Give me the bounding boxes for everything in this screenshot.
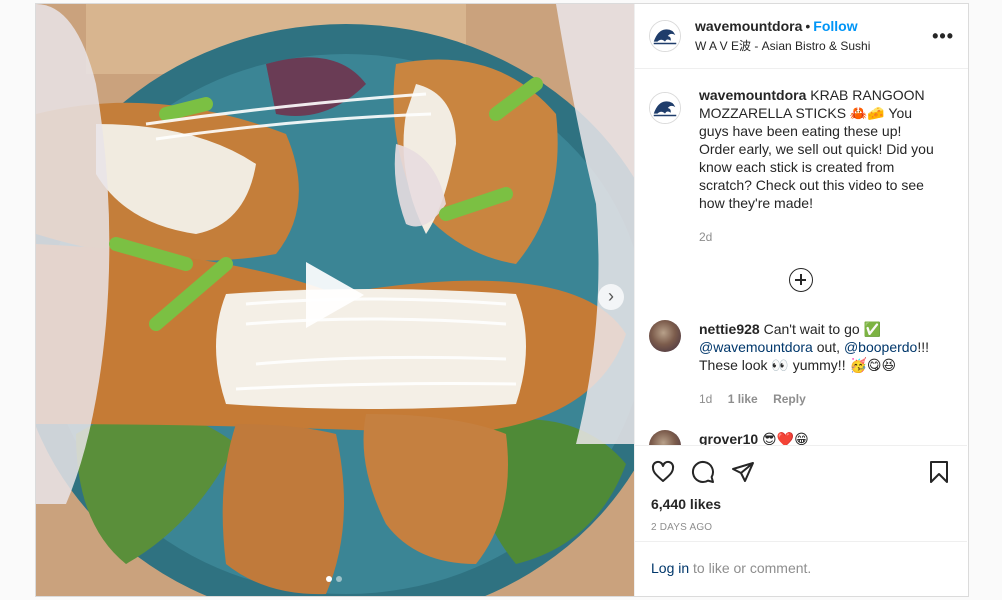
next-arrow-icon[interactable]: › <box>598 284 624 310</box>
play-icon[interactable] <box>306 262 364 328</box>
follow-button[interactable]: Follow <box>813 18 857 34</box>
likes-count[interactable]: 6,440 likes <box>651 496 951 512</box>
comment-item: nettie928 Can't wait to go ✅ @wavemountd… <box>649 320 953 408</box>
reply-button[interactable]: Reply <box>773 392 806 406</box>
login-prompt: Log in to like or comment. <box>635 541 967 596</box>
header-bullet: • <box>805 18 811 34</box>
login-text: to like or comment. <box>689 560 812 576</box>
comments-section[interactable]: wavemountdora KRAB RANGOON MOZZARELLA ST… <box>635 70 967 445</box>
comment-item: grover10 😎❤️😁 <box>649 430 953 445</box>
carousel-dot <box>326 576 332 582</box>
wave-logo-icon <box>650 93 680 123</box>
plus-circle-icon[interactable] <box>789 268 813 292</box>
comment-text: 😎❤️😁 <box>762 431 809 445</box>
share-icon[interactable] <box>731 460 755 484</box>
comment-mention[interactable]: @booperdo <box>844 339 917 355</box>
login-link[interactable]: Log in <box>651 560 689 576</box>
more-options-icon[interactable]: ••• <box>932 26 954 47</box>
comment-mention[interactable]: @wavemountdora <box>699 339 813 355</box>
carousel-dot <box>336 576 342 582</box>
comment-text: Can't wait to go ✅ <box>763 321 881 337</box>
profile-avatar[interactable] <box>649 20 681 52</box>
caption-username[interactable]: wavemountdora <box>699 87 806 103</box>
header-username[interactable]: wavemountdora <box>695 18 802 34</box>
post-timestamp[interactable]: 2 DAYS AGO <box>651 522 951 533</box>
commenter-avatar[interactable] <box>649 430 681 445</box>
comment-text: out, <box>812 339 844 355</box>
post-dialog: › wavemountdora • Follow W A V E波 - Asian … <box>35 3 969 597</box>
comment-icon[interactable] <box>691 460 715 484</box>
load-more-comments[interactable] <box>649 268 953 292</box>
caption-text: KRAB RANGOON MOZZARELLA STICKS 🦀🧀 You gu… <box>699 87 934 211</box>
wave-logo-icon <box>650 21 680 51</box>
comment-likes[interactable]: 1 like <box>728 392 758 406</box>
commenter-avatar[interactable] <box>649 320 681 352</box>
heart-icon[interactable] <box>651 460 675 484</box>
comment-username[interactable]: nettie928 <box>699 321 760 337</box>
bookmark-icon[interactable] <box>927 460 951 484</box>
action-bar: 6,440 likes 2 DAYS AGO <box>635 445 967 533</box>
caption-avatar[interactable] <box>649 92 681 124</box>
comment-time[interactable]: 1d <box>699 392 712 406</box>
carousel-dots <box>326 576 342 582</box>
location-link[interactable]: W A V E波 - Asian Bistro & Sushi <box>695 37 932 54</box>
post-header: wavemountdora • Follow W A V E波 - Asian Bi… <box>635 4 968 69</box>
caption: wavemountdora KRAB RANGOON MOZZARELLA ST… <box>649 86 953 246</box>
comment-username[interactable]: grover10 <box>699 431 758 445</box>
post-video[interactable]: › <box>36 4 634 596</box>
caption-time[interactable]: 2d <box>699 230 712 244</box>
post-sidebar: wavemountdora • Follow W A V E波 - Asian Bi… <box>634 4 968 596</box>
